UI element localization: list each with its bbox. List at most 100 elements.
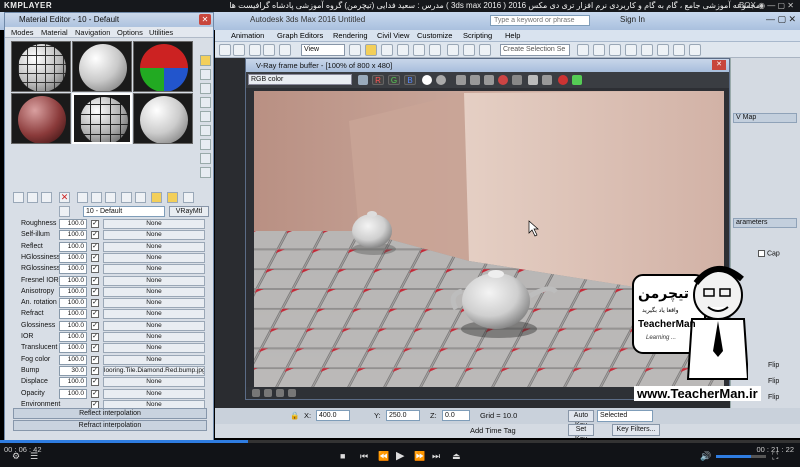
- close-icon[interactable]: ✕: [199, 14, 211, 25]
- open-icon[interactable]: ⏏: [452, 451, 461, 462]
- align-icon[interactable]: [479, 44, 491, 56]
- key-mode-dropdown[interactable]: Selected: [597, 410, 653, 422]
- search-input[interactable]: [490, 15, 590, 26]
- map-enable-checkbox[interactable]: ✓: [91, 220, 99, 228]
- render-production-icon[interactable]: [689, 44, 701, 56]
- map-slot-button[interactable]: None: [103, 343, 205, 354]
- map-amount-spinner[interactable]: 100.0: [59, 332, 87, 342]
- map-slot-button[interactable]: None: [103, 377, 205, 388]
- map-slot-button[interactable]: None: [103, 275, 205, 286]
- material-slot-2[interactable]: [72, 41, 132, 92]
- map-enable-checkbox[interactable]: ✓: [91, 265, 99, 274]
- menu-customize[interactable]: Customize: [417, 31, 452, 40]
- material-type-button[interactable]: VRayMtl: [169, 206, 209, 217]
- menu-rendering[interactable]: Rendering: [333, 31, 368, 40]
- link-to-viewport-icon[interactable]: [528, 75, 538, 85]
- map-enable-checkbox[interactable]: ✓: [91, 389, 99, 398]
- y-coordinate-field[interactable]: 250.0: [386, 410, 420, 421]
- map-enable-checkbox[interactable]: ✓: [91, 231, 99, 240]
- assign-to-selection-icon[interactable]: [41, 192, 52, 203]
- uv-tiling-icon[interactable]: [200, 97, 211, 108]
- status-icon-3[interactable]: [276, 389, 284, 397]
- material-slot-6[interactable]: [133, 93, 193, 144]
- map-enable-checkbox[interactable]: ✓: [91, 378, 99, 387]
- red-channel-button[interactable]: R: [372, 75, 384, 85]
- map-slot-button[interactable]: None: [103, 241, 205, 252]
- rewind-icon[interactable]: ⏪: [378, 451, 389, 462]
- map-amount-spinner[interactable]: 100.0: [59, 320, 87, 331]
- menu-animation[interactable]: Animation: [231, 31, 264, 40]
- map-slot-button[interactable]: looring.Tile.Diamond.Red.bump.jpg): [103, 365, 205, 376]
- seek-bar[interactable]: [0, 440, 800, 443]
- settings-icon[interactable]: ⚙: [12, 451, 20, 462]
- lock-icon[interactable]: 🔒: [290, 411, 299, 420]
- select-by-material-icon[interactable]: [200, 153, 211, 164]
- map-amount-spinner[interactable]: 100.0: [59, 354, 87, 365]
- curve-editor-icon[interactable]: [609, 44, 621, 56]
- undo-icon[interactable]: [219, 44, 231, 56]
- map-slot-button[interactable]: None: [103, 298, 205, 309]
- stop-render-icon[interactable]: [558, 75, 568, 85]
- material-slot-5-selected[interactable]: [72, 93, 132, 144]
- key-filters-button[interactable]: Key Filters...: [612, 424, 660, 436]
- map-slot-button[interactable]: None: [103, 219, 205, 229]
- link-icon[interactable]: [249, 44, 261, 56]
- menu-utilities[interactable]: Utilities: [149, 28, 173, 37]
- duplicate-icon[interactable]: [512, 75, 522, 85]
- menu-modes[interactable]: Modes: [11, 28, 34, 37]
- max-window-controls[interactable]: — ▢ ✕: [766, 14, 796, 25]
- menu-navigation[interactable]: Navigation: [75, 28, 110, 37]
- video-color-check-icon[interactable]: [200, 111, 211, 122]
- backlight-icon[interactable]: [200, 69, 211, 80]
- menu-options[interactable]: Options: [117, 28, 143, 37]
- player-window-controls[interactable]: BOX ◉ — ▢ ✕: [739, 0, 794, 12]
- map-slot-button[interactable]: None: [103, 309, 205, 320]
- percent-snap-icon[interactable]: [413, 44, 425, 56]
- put-to-library-icon[interactable]: [91, 192, 102, 203]
- map-slot-button[interactable]: None: [103, 252, 205, 263]
- material-slot-3[interactable]: [133, 41, 193, 92]
- render-region-icon[interactable]: [498, 75, 508, 85]
- previous-icon[interactable]: ⏮: [360, 451, 368, 462]
- render-frame-window-icon[interactable]: [673, 44, 685, 56]
- volume-slider[interactable]: [716, 455, 766, 458]
- eyedropper-icon[interactable]: [59, 206, 70, 217]
- show-map-icon[interactable]: [121, 192, 132, 203]
- mirror-icon[interactable]: [463, 44, 475, 56]
- select-icon[interactable]: [279, 44, 291, 56]
- map-slot-button[interactable]: None: [103, 264, 205, 275]
- menu-graph-editors[interactable]: Graph Editors: [277, 31, 323, 40]
- map-enable-checkbox[interactable]: ✓: [91, 310, 99, 319]
- menu-scripting[interactable]: Scripting: [463, 31, 492, 40]
- rollout-header-map[interactable]: V Map: [733, 113, 797, 123]
- map-slot-button[interactable]: None: [103, 320, 205, 331]
- cap-checkbox-label[interactable]: Cap: [758, 250, 780, 257]
- save-image-icon[interactable]: [358, 75, 368, 85]
- map-amount-spinner[interactable]: 100.0: [59, 241, 87, 252]
- select-manipulate-icon[interactable]: [365, 44, 377, 56]
- unlink-icon[interactable]: [263, 44, 275, 56]
- create-selection-set-dropdown[interactable]: Create Selection Se: [500, 44, 570, 56]
- map-amount-spinner[interactable]: 100.0: [59, 388, 87, 399]
- pivot-icon[interactable]: [349, 44, 361, 56]
- z-coordinate-field[interactable]: 0.0: [442, 410, 470, 421]
- show-end-result-icon[interactable]: [135, 192, 146, 203]
- map-enable-checkbox[interactable]: ✓: [91, 253, 99, 262]
- history-icon[interactable]: [542, 75, 552, 85]
- map-amount-spinner[interactable]: 100.0: [59, 275, 87, 286]
- material-map-navigator-icon[interactable]: [200, 167, 211, 178]
- map-amount-spinner[interactable]: 100.0: [59, 298, 87, 309]
- menu-material[interactable]: Material: [41, 28, 68, 37]
- go-to-parent-icon[interactable]: [151, 192, 162, 203]
- load-icon[interactable]: [470, 75, 480, 85]
- refract-interpolation-rollout[interactable]: Refract interpolation: [13, 420, 207, 431]
- save-icon[interactable]: [456, 75, 466, 85]
- channel-dropdown[interactable]: RGB color: [248, 74, 352, 85]
- map-enable-checkbox[interactable]: ✓: [91, 299, 99, 308]
- get-material-icon[interactable]: [13, 192, 24, 203]
- map-slot-button[interactable]: None: [103, 388, 205, 399]
- flip-label-3[interactable]: Flip: [768, 394, 779, 401]
- map-enable-checkbox[interactable]: ✓: [91, 242, 99, 251]
- spinner-snap-icon[interactable]: [429, 44, 441, 56]
- play-icon[interactable]: ▶: [396, 449, 404, 462]
